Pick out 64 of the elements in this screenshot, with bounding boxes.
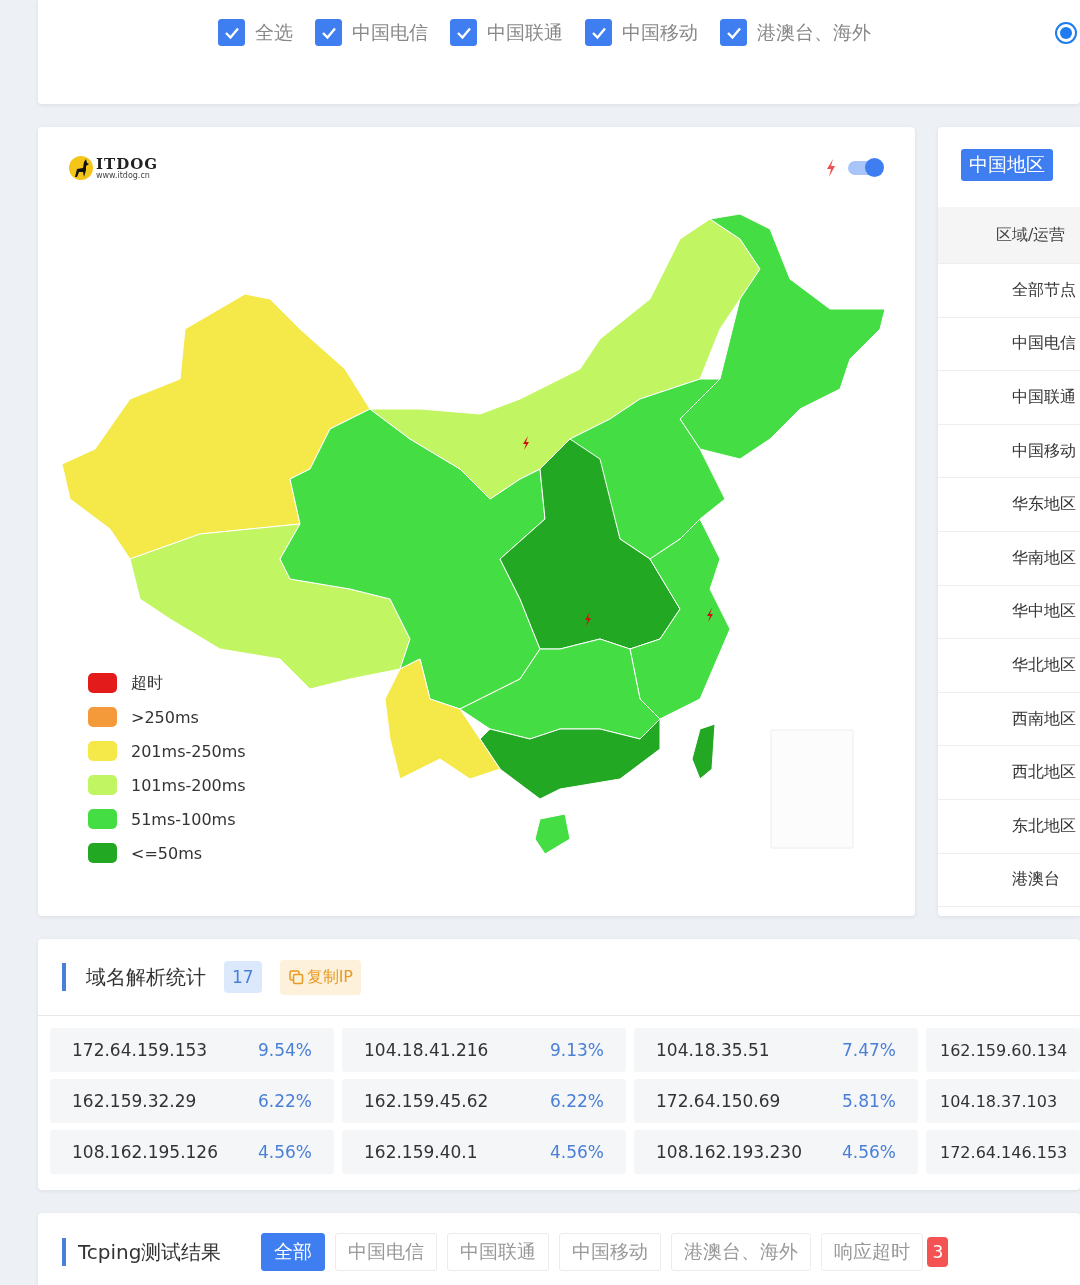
ip-address: 162.159.32.29 [72,1091,197,1111]
legend-label: 101ms-200ms [131,775,246,795]
ip-address: 104.18.37.103 [940,1091,1058,1111]
section-title: 域名解析统计 [86,963,206,991]
copy-icon [287,969,304,985]
ip-address: 104.18.41.216 [364,1040,489,1060]
ip-address: 172.64.150.69 [656,1091,781,1111]
ip-share: 7.47% [842,1040,896,1060]
radio-button[interactable] [1055,22,1077,44]
ip-address: 162.159.40.1 [364,1142,478,1162]
ip-share: 9.13% [550,1040,604,1060]
table-cell: 中国联通 [938,371,1080,425]
ip-share: 4.56% [258,1142,312,1162]
table-cell: 全部节点 [938,264,1080,318]
filter-tab[interactable]: 全部 [261,1233,326,1271]
table-cell: 东北地区 [938,799,1080,854]
region-tab[interactable]: 中国地区 [961,149,1053,181]
section-title: Tcping测试结果 [78,1238,222,1266]
filter-tab[interactable]: 中国移动 [559,1233,662,1271]
ip-address: 108.162.195.126 [72,1142,218,1162]
legend-label: 超时 [131,672,163,694]
legend-label: 51ms-100ms [131,809,236,829]
filter-tab[interactable]: 港澳台、海外 [671,1233,812,1271]
accent-bar [62,1238,66,1266]
ip-share: 4.56% [550,1142,604,1162]
filter-checkbox[interactable]: 中国电信 [315,19,428,46]
accent-bar [62,963,66,991]
table-cell: 中国移动 [938,424,1080,479]
lightning-icon [826,159,836,177]
filter-checkbox[interactable]: 港澳台、海外 [720,19,871,46]
table-cell: 华南地区 [938,531,1080,586]
table-cell: 西南地区 [938,692,1080,747]
table-cell: 中国电信 [938,317,1080,372]
table-cell: 西北地区 [938,746,1080,800]
table-header: 区域/运营 [938,207,1080,264]
legend-label: >250ms [131,707,199,727]
count-badge: 17 [224,961,262,993]
ip-address: 172.64.159.153 [72,1040,208,1060]
ip-address: 162.159.45.62 [364,1091,489,1111]
filter-checkbox[interactable]: 中国移动 [585,19,698,46]
filter-tab[interactable]: 响应超时 [821,1233,924,1271]
toggle-switch[interactable] [848,161,882,175]
filter-checkbox[interactable]: 中国联通 [450,19,563,46]
ip-address: 172.64.146.153 [940,1142,1068,1162]
table-cell: 华东地区 [938,478,1080,532]
ip-share: 6.22% [258,1091,312,1111]
count-badge: 3 [927,1237,949,1267]
legend-label: 201ms-250ms [131,741,246,761]
copy-ip-button[interactable]: 复制IP [279,959,361,995]
ip-address: 108.162.193.230 [656,1142,802,1162]
legend-label: <=50ms [131,843,203,863]
filter-tab[interactable]: 中国联通 [447,1233,550,1271]
ip-share: 5.81% [842,1091,896,1111]
table-cell: 港澳台 [938,853,1080,908]
table-cell: 华北地区 [938,639,1080,693]
logo: ITDOG www.itdog.cn [68,155,159,181]
filter-checkbox[interactable]: 全选 [218,19,293,46]
ip-share: 9.54% [258,1040,312,1060]
ip-share: 4.56% [842,1142,896,1162]
ip-share: 6.22% [550,1091,604,1111]
filter-tab[interactable]: 中国电信 [335,1233,438,1271]
table-cell: 华中地区 [938,585,1080,640]
ip-address: 162.159.60.134 [940,1040,1068,1060]
ip-address: 104.18.35.51 [656,1040,770,1060]
